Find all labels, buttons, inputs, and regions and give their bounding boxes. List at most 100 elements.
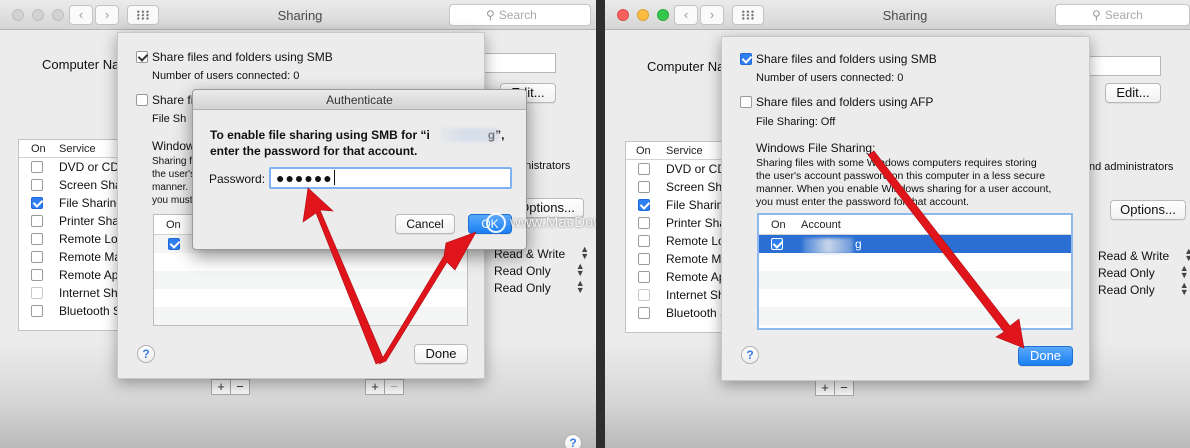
minimize-button[interactable] [32, 9, 44, 21]
add-folder-button[interactable]: + [211, 379, 231, 395]
service-name: Remote Ap [666, 270, 726, 284]
show-all-grid-icon[interactable] [127, 5, 159, 25]
service-row[interactable]: Bluetooth S [19, 302, 127, 320]
service-name: Printer Sha [666, 216, 727, 230]
service-list-header: On Service [19, 140, 127, 158]
service-row[interactable]: Screen Sha [626, 178, 734, 196]
help-icon[interactable]: ? [137, 345, 155, 363]
edit-button[interactable]: Edit... [1105, 83, 1161, 103]
cancel-button[interactable]: Cancel [395, 214, 455, 234]
service-row[interactable]: Remote Ap [19, 266, 127, 284]
done-button[interactable]: Done [414, 344, 468, 364]
account-checkbox[interactable] [168, 238, 180, 250]
service-checkbox[interactable] [31, 197, 43, 209]
smb-label: Share files and folders using SMB [152, 50, 333, 64]
help-icon[interactable]: ? [564, 434, 582, 448]
computer-name-field[interactable] [1089, 56, 1161, 76]
back-icon[interactable]: ‹ [69, 5, 93, 25]
file-sharing-options-sheet: Share files and folders using SMB Number… [721, 36, 1090, 381]
service-row[interactable]: Remote Ma [19, 248, 127, 266]
account-list-header: On Account [759, 215, 1071, 235]
service-checkbox[interactable] [638, 199, 650, 211]
service-checkbox[interactable] [31, 269, 43, 281]
show-all-grid-icon[interactable] [732, 5, 764, 25]
search-field[interactable]: ⚲ Search [449, 4, 591, 26]
minimize-button[interactable] [637, 9, 649, 21]
windows-heading: Windows File Sharing: [756, 141, 876, 155]
add-folder-button[interactable]: + [815, 380, 835, 396]
service-row[interactable]: File Sharing [626, 196, 734, 214]
sharing-window-right: ‹ › Sharing ⚲ Search Computer Name: Edit.… [605, 0, 1190, 448]
service-checkbox[interactable] [638, 253, 650, 265]
service-name: File Sharing [59, 196, 124, 210]
afp-checkbox[interactable] [136, 94, 148, 106]
window-title: Sharing [882, 8, 928, 23]
service-checkbox[interactable] [638, 235, 650, 247]
title-bar: ‹ › Sharing ⚲ Search [605, 0, 1190, 30]
service-row[interactable]: Remote Ap [626, 268, 734, 286]
help-icon[interactable]: ? [741, 346, 759, 364]
forward-icon[interactable]: › [700, 5, 724, 25]
service-checkbox[interactable] [31, 251, 43, 263]
service-row[interactable]: Internet Sh [626, 286, 734, 304]
zoom-button[interactable] [52, 9, 64, 21]
afp-checkbox[interactable] [740, 96, 752, 108]
permission-select[interactable]: Read Only ▲ ▼ [1098, 281, 1189, 298]
window-title: Sharing [277, 8, 323, 23]
close-button[interactable] [12, 9, 24, 21]
back-icon[interactable]: ‹ [674, 5, 698, 25]
smb-label: Share files and folders using SMB [756, 52, 937, 66]
service-row[interactable]: DVD or CD [19, 158, 127, 176]
search-field[interactable]: ⚲ Search [1055, 4, 1190, 26]
service-checkbox[interactable] [31, 233, 43, 245]
permission-select[interactable]: Read Only ▲ ▼ [494, 279, 585, 296]
service-row[interactable]: Printer Sha [19, 212, 127, 230]
service-row[interactable]: File Sharing [19, 194, 127, 212]
service-row[interactable]: DVD or CD [626, 160, 734, 178]
options-button[interactable]: Options... [1110, 200, 1186, 220]
password-field[interactable]: ●●●●●● [269, 167, 512, 189]
service-checkbox[interactable] [31, 287, 43, 299]
remove-user-button[interactable]: − [384, 379, 404, 395]
service-checkbox[interactable] [31, 179, 43, 191]
afp-label: Share fi [152, 93, 194, 107]
done-button[interactable]: Done [1018, 346, 1073, 366]
service-row[interactable]: Remote Log [626, 232, 734, 250]
remove-folder-button[interactable]: − [230, 379, 250, 395]
computer-name-field[interactable] [482, 53, 556, 73]
service-checkbox[interactable] [638, 289, 650, 301]
service-row[interactable]: Remote Lo [19, 230, 127, 248]
service-checkbox[interactable] [638, 217, 650, 229]
service-row[interactable]: Remote Ma [626, 250, 734, 268]
redacted-username [803, 238, 853, 254]
account-row[interactable]: g [759, 235, 1071, 254]
service-row[interactable]: Internet Sh [19, 284, 127, 302]
service-checkbox[interactable] [31, 161, 43, 173]
service-checkbox[interactable] [638, 307, 650, 319]
service-checkbox[interactable] [31, 305, 43, 317]
zoom-button[interactable] [657, 9, 669, 21]
permission-select[interactable]: Read & Write ▲ ▼ [1098, 247, 1190, 264]
account-list: On Account g [757, 213, 1073, 330]
remove-folder-button[interactable]: − [834, 380, 854, 396]
close-button[interactable] [617, 9, 629, 21]
permission-select[interactable]: Read Only ▲ ▼ [1098, 264, 1189, 281]
service-row[interactable]: Bluetooth S [626, 304, 734, 322]
service-checkbox[interactable] [638, 163, 650, 175]
account-checkbox[interactable] [771, 238, 783, 250]
updown-icon: ▲ ▼ [575, 278, 585, 295]
account-row [759, 289, 1071, 307]
add-user-button[interactable]: + [365, 379, 385, 395]
forward-icon[interactable]: › [95, 5, 119, 25]
permission-select[interactable]: Read Only ▲ ▼ [494, 262, 585, 279]
service-checkbox[interactable] [31, 215, 43, 227]
service-checkbox[interactable] [638, 181, 650, 193]
service-checkbox[interactable] [638, 271, 650, 283]
service-row[interactable]: Printer Sha [626, 214, 734, 232]
account-row [759, 271, 1071, 289]
smb-checkbox[interactable] [136, 51, 148, 63]
service-row[interactable]: Screen Sha [19, 176, 127, 194]
col-on: On [636, 145, 651, 157]
col-account: Account [801, 219, 841, 231]
smb-checkbox[interactable] [740, 53, 752, 65]
